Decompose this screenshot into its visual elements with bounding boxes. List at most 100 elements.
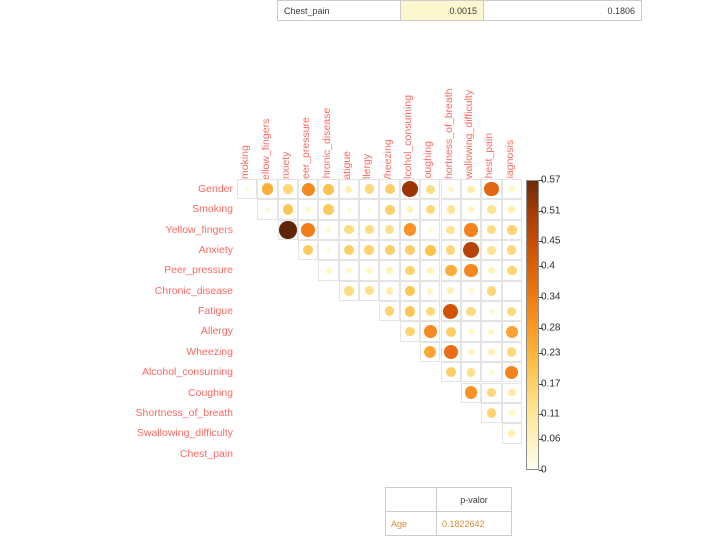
colorbar-tick-label: 0.17: [541, 378, 561, 389]
colorbar-tick-label: 0.11: [541, 408, 560, 420]
matrix-cell: [440, 240, 461, 261]
matrix-cell: [298, 179, 319, 200]
matrix-cell: [359, 179, 380, 200]
matrix-cell: [481, 260, 502, 281]
matrix-cell: [501, 179, 522, 200]
matrix-cell: [440, 179, 461, 200]
matrix-cell: [420, 219, 441, 241]
row-label-alcohol_consuming: Alcohol_consuming: [141, 366, 233, 379]
matrix-cell: [298, 199, 319, 220]
matrix-cell: [501, 321, 522, 342]
column-label-peer_pressure: Peer_pressure: [300, 117, 313, 186]
matrix-cell: [460, 341, 482, 363]
table-row: Age 0.1822642: [385, 511, 512, 536]
row-label-shortness_of_breath: Shortness_of_breath: [135, 406, 233, 419]
matrix-cell: [460, 382, 482, 403]
matrix-cell: [481, 341, 502, 363]
row-label-coughing: Coughing: [188, 386, 233, 399]
row-label-yellow_fingers: Yellow_fingers: [165, 223, 233, 236]
matrix-cell: [420, 260, 441, 281]
matrix-cell: [257, 179, 278, 200]
row-label-swallowing_difficulty: Swallowing_difficulty: [136, 427, 233, 440]
matrix-cell: [359, 280, 380, 302]
matrix-cell: [420, 179, 441, 200]
matrix-cell: [440, 301, 461, 322]
matrix-cell: [440, 321, 461, 342]
matrix-cell: [257, 199, 278, 220]
column-label-yellow_fingers: Yellow_fingers: [259, 118, 272, 186]
matrix-cell: [420, 199, 441, 220]
matrix-cell: [379, 199, 400, 220]
matrix-cell: [460, 199, 482, 220]
matrix-cell: [420, 321, 441, 342]
row-label-gender: Gender: [197, 183, 233, 195]
matrix-cell: [460, 321, 482, 342]
matrix-cell: [298, 240, 319, 261]
matrix-cell: [501, 301, 522, 322]
matrix-cell: [481, 301, 502, 322]
colorbar-tick-label: 0.45: [541, 235, 561, 247]
matrix-cell: [338, 179, 360, 200]
matrix-cell: [399, 321, 421, 342]
matrix-cell: [481, 362, 502, 383]
colorbar-gradient: [526, 180, 539, 470]
matrix-cell: [399, 219, 421, 241]
matrix-cell: [440, 199, 461, 220]
row-label-chronic_disease: Chronic_disease: [154, 284, 233, 297]
matrix-cell: [420, 301, 441, 322]
matrix-cell: [237, 179, 258, 200]
bottom-table-row-value: 0.1822642: [436, 511, 512, 536]
matrix-cell: [399, 280, 421, 302]
column-label-alcohol_consuming: Alcohol_consuming: [401, 94, 414, 186]
matrix-cell: [338, 280, 360, 302]
matrix-cell: [501, 362, 522, 383]
matrix-cell: [277, 179, 299, 200]
matrix-cell: [277, 199, 299, 220]
bottom-pvalue-table: p-valor Age 0.1822642: [385, 487, 512, 536]
matrix-cell: [481, 199, 502, 220]
matrix-cell: [420, 341, 441, 363]
matrix-cell: [501, 219, 522, 241]
matrix-cell: [338, 199, 360, 220]
matrix-cell: [460, 362, 482, 383]
matrix-cell: [359, 219, 380, 241]
colorbar-tick-label: 0.06: [541, 433, 561, 445]
matrix-cell: [318, 199, 339, 220]
matrix-cell: [481, 321, 502, 342]
matrix-cell: [460, 280, 482, 302]
matrix-cell: [440, 219, 461, 241]
bottom-table-row-name: Age: [385, 511, 437, 536]
matrix-cell: [359, 199, 380, 220]
matrix-cell: [440, 341, 461, 363]
row-label-allergy: Allergy: [200, 325, 233, 338]
matrix-cell: [359, 260, 380, 281]
matrix-cell: [460, 179, 482, 200]
column-label-shortness_of_breath: Shortness_of_breath: [442, 88, 455, 186]
matrix-cell: [460, 301, 482, 322]
matrix-cell: [481, 382, 502, 403]
matrix-cell: [501, 199, 522, 220]
matrix-cell: [460, 219, 482, 241]
matrix-cell: [440, 260, 461, 281]
matrix-cell: [379, 260, 400, 281]
matrix-cell: [501, 260, 522, 281]
matrix-cell: [379, 280, 400, 302]
colorbar-tick-label: 0.23: [541, 347, 561, 359]
matrix-cell: [318, 219, 339, 241]
matrix-cell: [420, 280, 441, 302]
bottom-table-header-pvalor: p-valor: [436, 487, 512, 512]
column-label-chronic_disease: Chronic_disease: [320, 107, 333, 186]
matrix-cell: [318, 179, 339, 200]
matrix-cell: [460, 260, 482, 281]
matrix-cell: [501, 240, 522, 261]
row-label-chest_pain: Chest_pain: [179, 447, 233, 460]
row-label-peer_pressure: Peer_pressure: [164, 264, 233, 277]
column-label-swallowing_difficulty: Swallowing_difficulty: [463, 89, 476, 186]
matrix-cell: [318, 240, 339, 261]
correlation-matrix-plot: Smoking Yellow_fingers Anxiety Peer_pressur…: [0, 0, 720, 541]
matrix-cell: [420, 240, 441, 261]
matrix-cell: [379, 179, 400, 200]
matrix-cell: [338, 219, 360, 241]
matrix-cell: [379, 301, 400, 322]
matrix-cell: [399, 260, 421, 281]
